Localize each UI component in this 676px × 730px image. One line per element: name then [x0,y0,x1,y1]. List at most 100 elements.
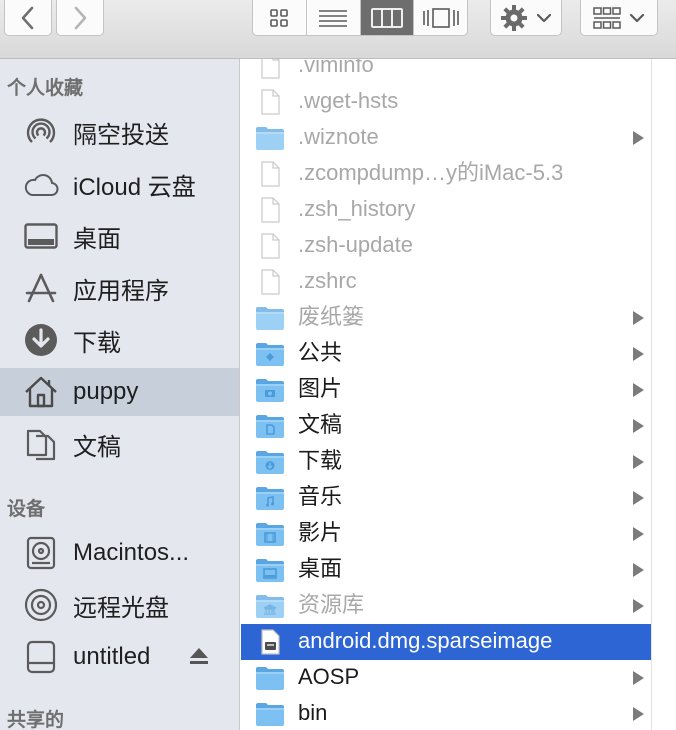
eject-icon[interactable] [188,646,210,666]
file-row[interactable]: .zsh-update [241,228,651,264]
next-column [651,59,676,730]
applications-icon [22,272,60,304]
cover-flow-icon [422,7,459,28]
file-name: android.dmg.sparseimage [298,628,553,653]
desktop-folder-icon [255,557,285,583]
file-row[interactable]: 音乐 [241,480,651,516]
disclosure-arrow-icon [633,347,644,361]
file-row[interactable]: .zsh_history [241,192,651,228]
file-row[interactable]: AOSP [241,660,651,696]
document-icon [255,59,285,79]
documents-folder-icon [255,413,285,439]
file-name: .wiznote [298,124,379,149]
document-icon [255,233,285,259]
movies-folder-icon [255,521,285,547]
file-name: 文稿 [298,412,343,437]
disk-image-icon [255,629,285,655]
file-name: 影片 [298,520,343,545]
cover-flow-button[interactable] [414,0,467,35]
sidebar-item-label: 文稿 [73,433,121,461]
sidebar-item-macintosh-hd[interactable]: Macintos... [0,529,239,577]
sidebar-item-desktop[interactable]: 桌面 [0,212,239,260]
list-icon [319,9,348,27]
document-icon [255,161,285,187]
file-row[interactable]: .wget-hsts [241,84,651,120]
sidebar-item-label: puppy [73,378,139,405]
file-row[interactable]: 影片 [241,516,651,552]
file-row[interactable]: 资源库 [241,588,651,624]
pictures-folder-icon [255,377,285,403]
sidebar-item-label: 应用程序 [73,277,169,305]
file-row[interactable]: 下载 [241,444,651,480]
favorites-section-title: 个人收藏 [7,78,84,99]
file-row[interactable]: 废纸篓 [241,300,651,336]
sidebar-item-label: 隔空投送 [73,121,169,149]
file-name: 废纸篓 [298,304,365,329]
file-row[interactable]: .wiznote [241,120,651,156]
file-name: .wget-hsts [298,88,399,113]
disclosure-arrow-icon [633,563,644,577]
sidebar-item-label: 桌面 [73,225,121,253]
file-row[interactable]: 桌面 [241,552,651,588]
back-button[interactable] [4,0,52,36]
sidebar-item-label: 远程光盘 [73,594,169,622]
document-icon [255,89,285,115]
shared-section-title: 共享的 [7,710,65,730]
chevron-right-icon [74,6,87,29]
file-name: 音乐 [298,484,343,509]
sidebar-item-downloads[interactable]: 下载 [0,316,239,364]
sidebar-item-icloud[interactable]: iCloud 云盘 [0,160,239,208]
sidebar-item-airdrop[interactable]: 隔空投送 [0,108,239,156]
chevron-down-icon [629,13,645,22]
file-row[interactable]: android.dmg.sparseimage [241,624,651,660]
gear-icon [501,4,527,31]
forward-button[interactable] [56,0,104,36]
arrange-menu-button[interactable] [580,0,658,36]
document-icon [255,269,285,295]
column-view-button[interactable] [360,0,415,35]
chevron-down-icon [536,13,552,22]
folder-icon [255,305,285,331]
folder-icon [255,665,285,691]
icon-view-button[interactable] [253,0,307,35]
file-row[interactable]: .zcompdump…y的iMac-5.3 [241,156,651,192]
folder-icon [255,701,285,727]
file-name: bin [298,700,328,725]
devices-section-title: 设备 [7,499,46,520]
file-row[interactable]: 图片 [241,372,651,408]
file-row[interactable]: .zshrc [241,264,651,300]
disclosure-arrow-icon [633,131,644,145]
view-mode-control [252,0,468,36]
file-row[interactable]: 文稿 [241,408,651,444]
download-icon [22,324,60,356]
sidebar-item-label: iCloud 云盘 [73,173,196,201]
disclosure-arrow-icon [633,671,644,685]
sidebar-item-untitled[interactable]: untitled [0,633,239,681]
sidebar-item-applications[interactable]: 应用程序 [0,264,239,312]
file-name: .zsh-update [298,232,413,257]
music-folder-icon [255,485,285,511]
file-name: 下载 [298,448,343,473]
sidebar-item-label: untitled [73,643,151,670]
downloads-folder-icon [255,449,285,475]
disclosure-arrow-icon [633,707,644,721]
library-folder-icon [255,593,285,619]
file-row[interactable]: 公共 [241,336,651,372]
optical-disc-icon [22,588,60,622]
action-menu-button[interactable] [490,0,562,36]
external-drive-icon [22,640,60,674]
harddisk-icon [22,536,60,570]
public-folder-icon [255,341,285,367]
sidebar-item-home[interactable]: puppy [0,368,239,416]
sidebar-item-remote-disc[interactable]: 远程光盘 [0,581,239,629]
home-icon [22,376,60,408]
file-list-column: .viminfo .wget-hsts .wiznote .zcompdump…… [241,59,651,730]
cloud-icon [22,168,60,200]
file-row[interactable]: bin [241,696,651,730]
file-row[interactable]: .viminfo [241,59,651,84]
list-view-button[interactable] [307,0,361,35]
file-name: .zshrc [298,268,357,293]
file-name: .zcompdump…y的iMac-5.3 [298,160,564,185]
disclosure-arrow-icon [633,383,644,397]
sidebar-item-documents[interactable]: 文稿 [0,420,239,468]
